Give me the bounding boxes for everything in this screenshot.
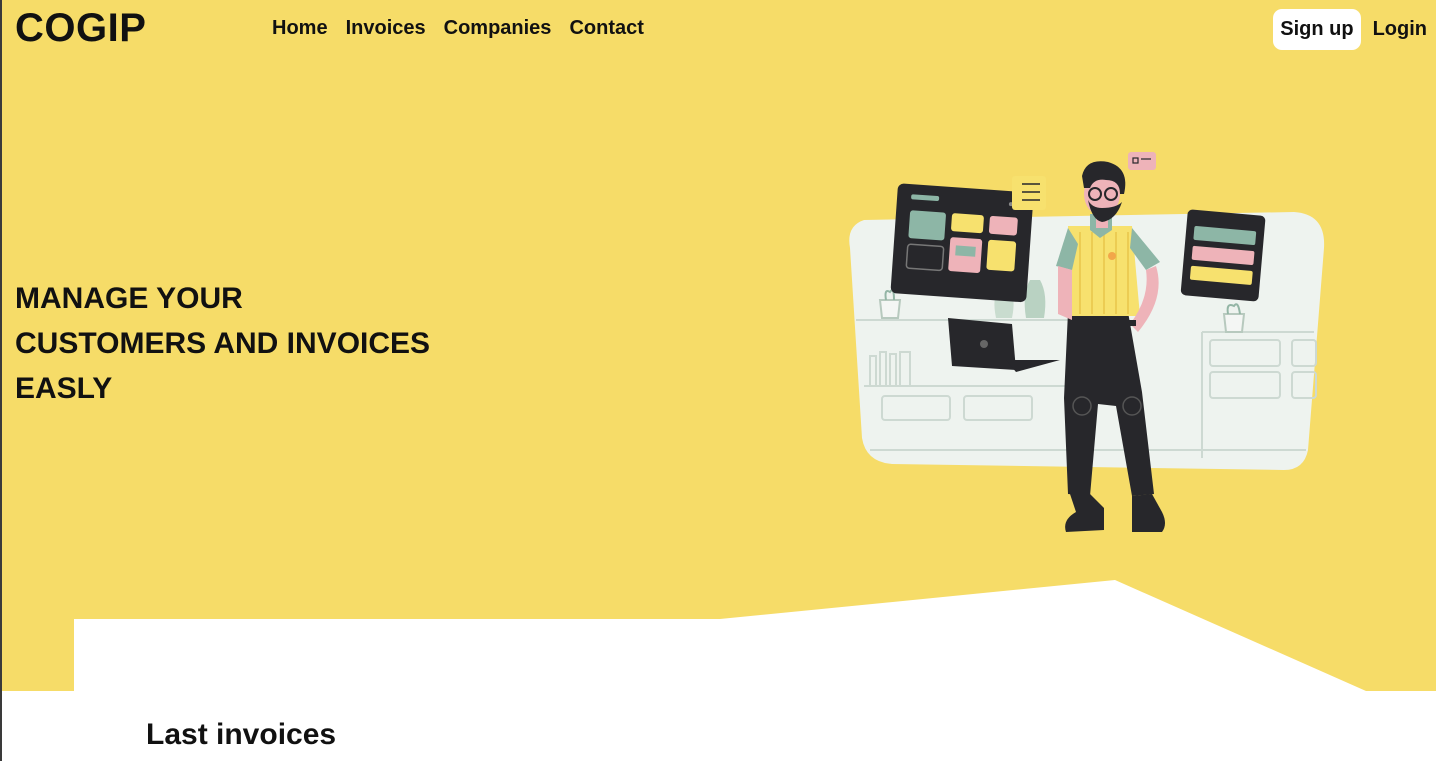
- nav-home-link[interactable]: Home: [272, 17, 328, 40]
- window-left-border: [0, 0, 2, 761]
- auth-links: Sign up Login: [1273, 9, 1427, 50]
- hero-illustration: [849, 152, 1325, 532]
- headline-line-2: CUSTOMERS AND INVOICES: [15, 327, 431, 360]
- headline-line-3: EASLY: [15, 372, 113, 405]
- nav-invoices-link[interactable]: Invoices: [346, 17, 426, 40]
- last-invoices-title: Last invoices: [146, 718, 337, 751]
- nav-companies-link[interactable]: Companies: [444, 17, 552, 40]
- site-header: COGIP Home Invoices Companies Contact Si…: [0, 0, 1436, 62]
- headline-line-1: MANAGE YOUR: [15, 282, 243, 315]
- signup-button[interactable]: Sign up: [1273, 9, 1361, 50]
- nav-contact-link[interactable]: Contact: [569, 17, 643, 40]
- login-link[interactable]: Login: [1373, 18, 1427, 41]
- hero-headline: MANAGE YOUR CUSTOMERS AND INVOICES EASLY: [15, 276, 430, 411]
- main-nav: Home Invoices Companies Contact: [272, 17, 644, 40]
- site-logo[interactable]: COGIP: [15, 6, 146, 51]
